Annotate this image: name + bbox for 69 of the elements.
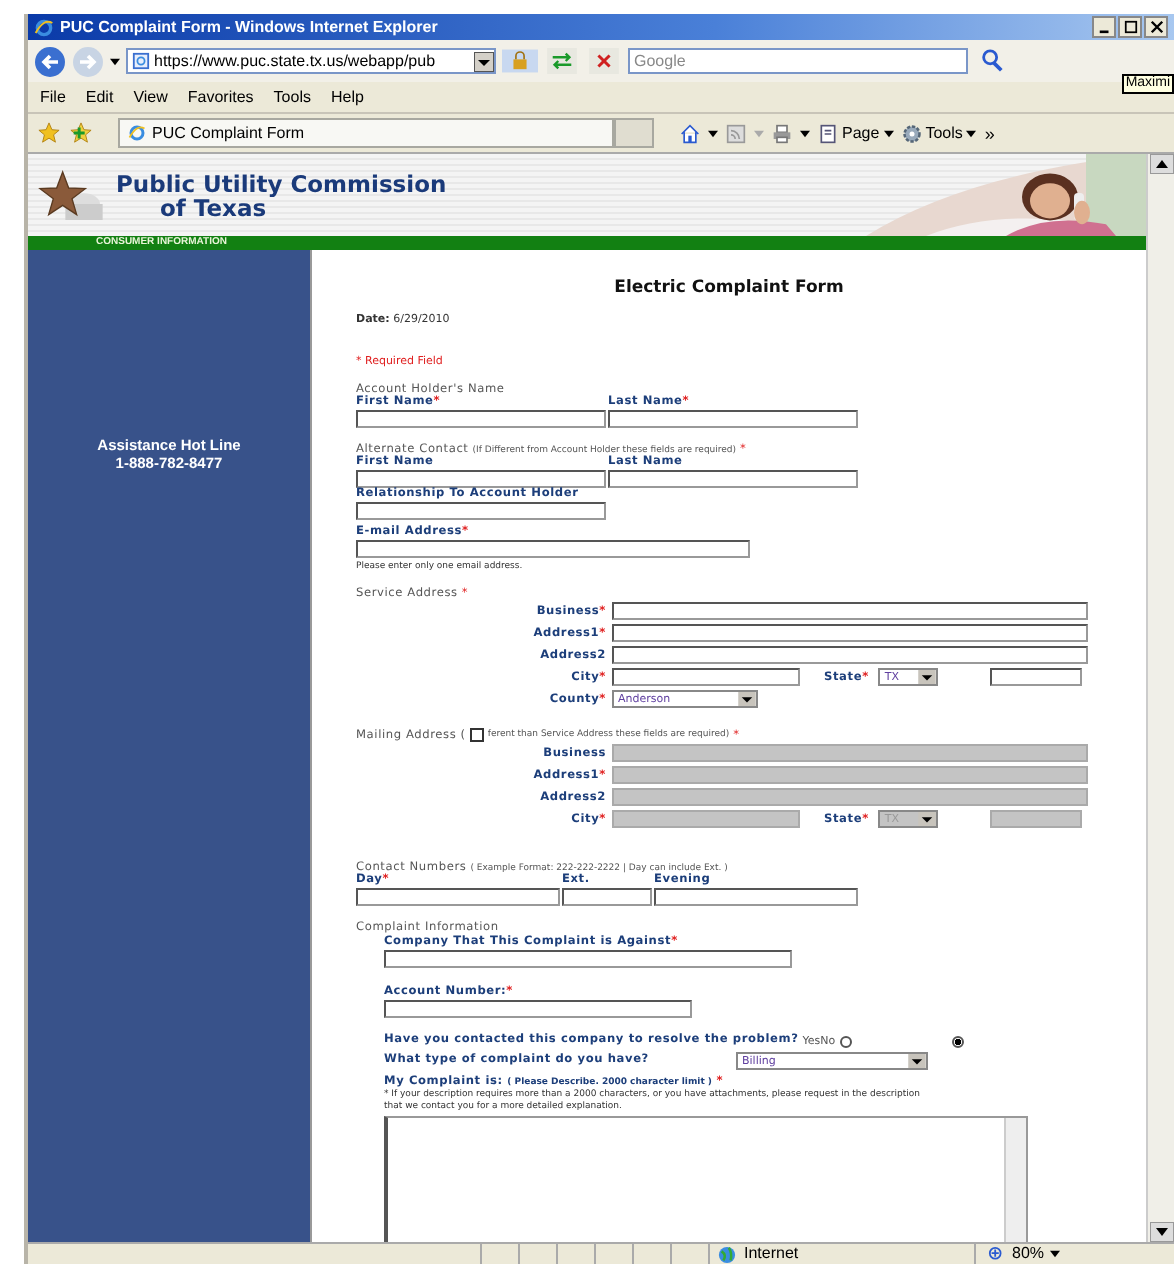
refresh-icon[interactable]	[544, 48, 580, 74]
text-field[interactable]	[612, 624, 1088, 642]
menu-item[interactable]: Tools	[273, 88, 311, 106]
zoom-button[interactable]: 80%	[976, 1244, 1061, 1264]
caret-icon[interactable]	[110, 57, 120, 65]
page-icon	[132, 52, 150, 70]
text-field[interactable]	[612, 602, 1088, 620]
dropdown-arrow-icon	[918, 812, 937, 826]
window-title: PUC Complaint Form - Windows Internet Explorer	[60, 18, 440, 36]
scroll-up-arrow-icon[interactable]	[1149, 154, 1173, 174]
browser-logo-icon	[34, 17, 54, 37]
stop-icon[interactable]	[586, 48, 622, 74]
site-title: Public Utility Commission	[116, 171, 447, 195]
email-field[interactable]	[356, 540, 750, 558]
search-field[interactable]: Google	[628, 48, 968, 74]
menu-item[interactable]: Favorites	[187, 88, 254, 106]
page-icon	[818, 123, 838, 143]
security-zone: Internet	[744, 1244, 799, 1264]
more-button[interactable]: »	[984, 123, 995, 143]
radio-button[interactable]	[951, 1035, 964, 1047]
menu-item[interactable]: File	[40, 88, 66, 106]
add-favorite-icon[interactable]	[70, 122, 92, 144]
browser-tab[interactable]: PUC Complaint Form	[118, 118, 614, 148]
tools-menu-button[interactable]: Tools	[901, 123, 977, 143]
dropdown-arrow-icon[interactable]	[474, 51, 494, 71]
form-title: Electric Complaint Form	[614, 278, 844, 298]
caret-icon[interactable]	[708, 129, 718, 137]
text-field[interactable]	[356, 410, 606, 428]
caret-icon	[1050, 1250, 1061, 1258]
text-field[interactable]	[612, 646, 1088, 664]
menu-item[interactable]: Help	[330, 88, 364, 106]
zip-field[interactable]	[990, 668, 1083, 686]
maximize-button[interactable]	[1118, 16, 1142, 38]
page-menu-button[interactable]: Page	[818, 123, 894, 143]
back-button[interactable]	[34, 45, 66, 77]
print-icon[interactable]	[772, 123, 792, 143]
close-button[interactable]	[1144, 16, 1168, 38]
dropdown-arrow-icon	[908, 1054, 926, 1068]
dropdown-arrow-icon	[738, 692, 756, 706]
caret-icon	[966, 129, 977, 137]
scroll-down-arrow-icon[interactable]	[1149, 1222, 1173, 1242]
phone-field[interactable]	[562, 888, 652, 906]
scrollbar[interactable]	[1146, 154, 1174, 1242]
menu-item[interactable]: View	[133, 88, 168, 106]
browser-logo-icon	[128, 124, 146, 142]
close-icon	[1149, 20, 1163, 34]
text-field[interactable]	[608, 470, 858, 488]
phone-field[interactable]	[654, 888, 858, 906]
text-field[interactable]	[384, 1000, 692, 1018]
maximize-icon	[1123, 20, 1137, 34]
gear-icon	[901, 123, 922, 143]
zoom-icon	[988, 1245, 1006, 1263]
text-field[interactable]	[608, 410, 858, 428]
text-field[interactable]	[356, 470, 606, 488]
radio-button[interactable]	[839, 1035, 852, 1047]
text-field[interactable]	[356, 502, 606, 520]
minimize-button[interactable]	[1092, 16, 1116, 38]
globe-icon	[718, 1245, 736, 1263]
phone-field[interactable]	[356, 888, 560, 906]
favorites-star-icon[interactable]	[38, 122, 60, 144]
dropdown-arrow-icon	[918, 670, 937, 684]
caret-icon[interactable]	[800, 129, 810, 137]
address-field[interactable]: https://www.puc.state.tx.us/webapp/pub	[126, 48, 496, 74]
menu-item[interactable]: Edit	[85, 88, 114, 106]
site-title: of Texas	[158, 195, 267, 219]
text-field[interactable]	[612, 668, 800, 686]
caret-icon	[883, 129, 894, 137]
home-icon[interactable]	[680, 123, 700, 143]
text-field[interactable]	[384, 950, 792, 968]
